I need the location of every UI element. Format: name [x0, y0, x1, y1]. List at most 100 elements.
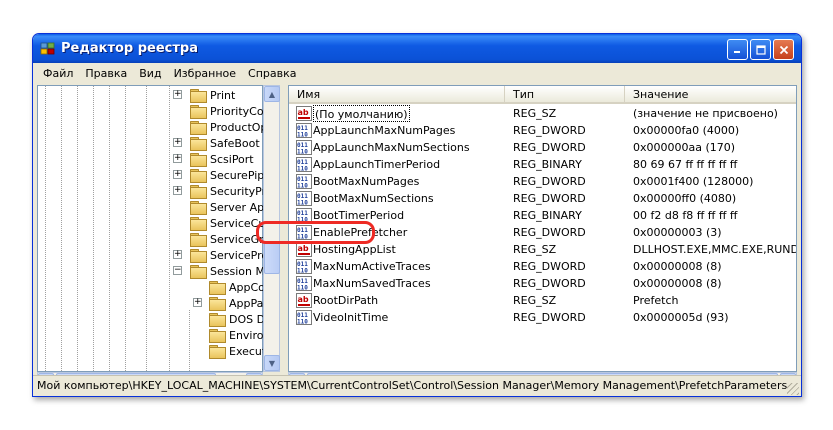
svg-text:110: 110	[297, 268, 308, 275]
menu-bar: Файл Правка Вид Избранное Справка	[37, 63, 797, 84]
value-name: VideoInitTime	[313, 311, 389, 324]
tree-guide	[77, 86, 78, 373]
tree-item[interactable]: + ServiceProv	[169, 247, 275, 263]
list-item[interactable]: ab (По умолчанию) REG_SZ (значение не присв…	[289, 105, 796, 122]
close-icon	[779, 45, 788, 54]
menu-view[interactable]: Вид	[133, 67, 167, 80]
svg-text:110: 110	[297, 149, 308, 156]
column-type-header[interactable]: Тип	[505, 86, 625, 104]
value-type: REG_DWORD	[513, 124, 586, 137]
list-item[interactable]: 011 110 VideoInitTime REG_DWORD 0x0000005d (…	[289, 309, 796, 326]
tree-item[interactable]: + SecurePipeS	[169, 167, 278, 183]
binary-value-icon: 011110	[296, 310, 312, 325]
binary-value-icon: 011110	[296, 157, 312, 172]
title-bar[interactable]: Редактор реестра	[33, 34, 801, 63]
tree-item-label: SafeBoot	[210, 136, 260, 150]
folder-icon	[190, 88, 207, 103]
tree-item[interactable]: + ScsiPort	[169, 151, 254, 167]
list-item[interactable]: 011 110 BootMaxNumSections REG_DWORD 0x00000…	[289, 190, 796, 207]
tree-item[interactable]: ProductOpti	[169, 119, 275, 135]
tree-item[interactable]: + SafeBoot	[169, 135, 260, 151]
value-name: BootMaxNumSections	[313, 192, 434, 205]
value-type: REG_DWORD	[513, 277, 586, 290]
scroll-thumb[interactable]	[264, 242, 280, 274]
list-item[interactable]: 011 110 AppLaunchMaxNumPages REG_DWORD 0x000…	[289, 122, 796, 139]
folder-icon	[190, 104, 207, 119]
close-button[interactable]	[773, 39, 794, 60]
folder-icon	[190, 264, 207, 279]
value-data: 0x000000aa (170)	[633, 141, 736, 154]
tree-item[interactable]: Server Appli	[169, 199, 277, 215]
value-type: REG_SZ	[513, 107, 557, 120]
expand-icon[interactable]: +	[173, 250, 182, 259]
list-item[interactable]: 011 110 MaxNumSavedTraces REG_DWORD 0x000000…	[289, 275, 796, 292]
status-path: Мой компьютер\HKEY_LOCAL_MACHINE\SYSTEM\…	[37, 379, 788, 392]
folder-icon	[190, 152, 207, 167]
list-item[interactable]: ab RootDirPath REG_SZ Prefetch	[289, 292, 796, 309]
value-name: MaxNumActiveTraces	[313, 260, 431, 273]
expand-icon[interactable]: +	[173, 138, 182, 147]
resize-grip[interactable]	[787, 383, 799, 395]
maximize-icon	[755, 44, 766, 55]
highlight-ring	[256, 221, 375, 244]
tree-item-label: ScsiPort	[210, 152, 254, 166]
svg-text:110: 110	[297, 132, 308, 139]
column-name-header[interactable]: Имя	[289, 86, 505, 104]
binary-value-icon: 011110	[296, 276, 312, 291]
value-data: 80 69 67 ff ff ff ff ff	[633, 158, 738, 171]
value-name: BootMaxNumPages	[313, 175, 420, 188]
folder-icon	[209, 312, 226, 327]
value-data: (значение не присвоено)	[633, 107, 778, 120]
registry-editor-window: Редактор реестра Файл Правка Вид Избранн…	[32, 33, 802, 397]
svg-text:110: 110	[297, 319, 308, 326]
tree-guide	[61, 86, 62, 373]
folder-icon	[190, 200, 207, 215]
menu-edit[interactable]: Правка	[79, 67, 133, 80]
value-type: REG_DWORD	[513, 311, 586, 324]
column-value-header[interactable]: Значение	[625, 86, 796, 104]
tree-item[interactable]: + Print	[169, 87, 235, 103]
tree-guide	[146, 86, 147, 373]
value-data: DLLHOST.EXE,MMC.EXE,RUNDLL32.EXE	[633, 243, 797, 256]
expand-icon[interactable]: +	[173, 170, 182, 179]
tree-item[interactable]: Environr	[188, 327, 275, 343]
expand-icon[interactable]: +	[193, 298, 202, 307]
maximize-button[interactable]	[750, 39, 771, 60]
value-type: REG_BINARY	[513, 209, 582, 222]
tree-item-label: Print	[210, 88, 236, 102]
value-type: REG_SZ	[513, 243, 557, 256]
folder-icon	[190, 120, 207, 135]
list-item[interactable]: 011 110 AppLaunchMaxNumSections REG_DWORD 0x…	[289, 139, 796, 156]
value-name: AppLaunchTimerPeriod	[313, 158, 441, 171]
expand-icon[interactable]: +	[173, 90, 182, 99]
folder-icon	[209, 280, 226, 295]
svg-text:ab: ab	[298, 244, 309, 253]
menu-favorites[interactable]: Избранное	[168, 67, 242, 80]
svg-text:110: 110	[297, 166, 308, 173]
list-item[interactable]: 011 110 AppLaunchTimerPeriod REG_BINARY 80 6…	[289, 156, 796, 173]
binary-value-icon: 011110	[296, 174, 312, 189]
folder-icon	[190, 232, 207, 247]
menu-help[interactable]: Справка	[242, 67, 302, 80]
scroll-up-button[interactable]: ▲	[264, 86, 280, 102]
folder-icon	[209, 328, 226, 343]
value-data: 00 f2 d8 f8 ff ff ff ff	[633, 209, 738, 222]
expand-icon[interactable]: +	[173, 154, 182, 163]
chevron-up-icon: ▲	[268, 89, 276, 99]
collapse-icon[interactable]: −	[173, 266, 182, 275]
tree-item[interactable]: PriorityCont	[169, 103, 275, 119]
tree-item[interactable]: + AppPatc	[188, 295, 274, 311]
list-item[interactable]: 011 110 MaxNumActiveTraces REG_DWORD 0x00000…	[289, 258, 796, 275]
scroll-down-button[interactable]: ▼	[264, 355, 280, 371]
value-data: 0x0000005d (93)	[633, 311, 729, 324]
expand-icon[interactable]: +	[173, 186, 182, 195]
value-data: 0x0001f400 (128000)	[633, 175, 754, 188]
registry-tree[interactable]: + Print PriorityCont ProductOpti + SafeBoot + S…	[37, 85, 281, 373]
folder-icon	[209, 296, 226, 311]
minimize-button[interactable]	[727, 39, 748, 60]
menu-file[interactable]: Файл	[37, 67, 79, 80]
binary-value-icon: 011110	[296, 140, 312, 155]
list-item[interactable]: 011 110 BootMaxNumPages REG_DWORD 0x0001f400…	[289, 173, 796, 190]
folder-icon	[190, 216, 207, 231]
folder-icon	[190, 184, 207, 199]
